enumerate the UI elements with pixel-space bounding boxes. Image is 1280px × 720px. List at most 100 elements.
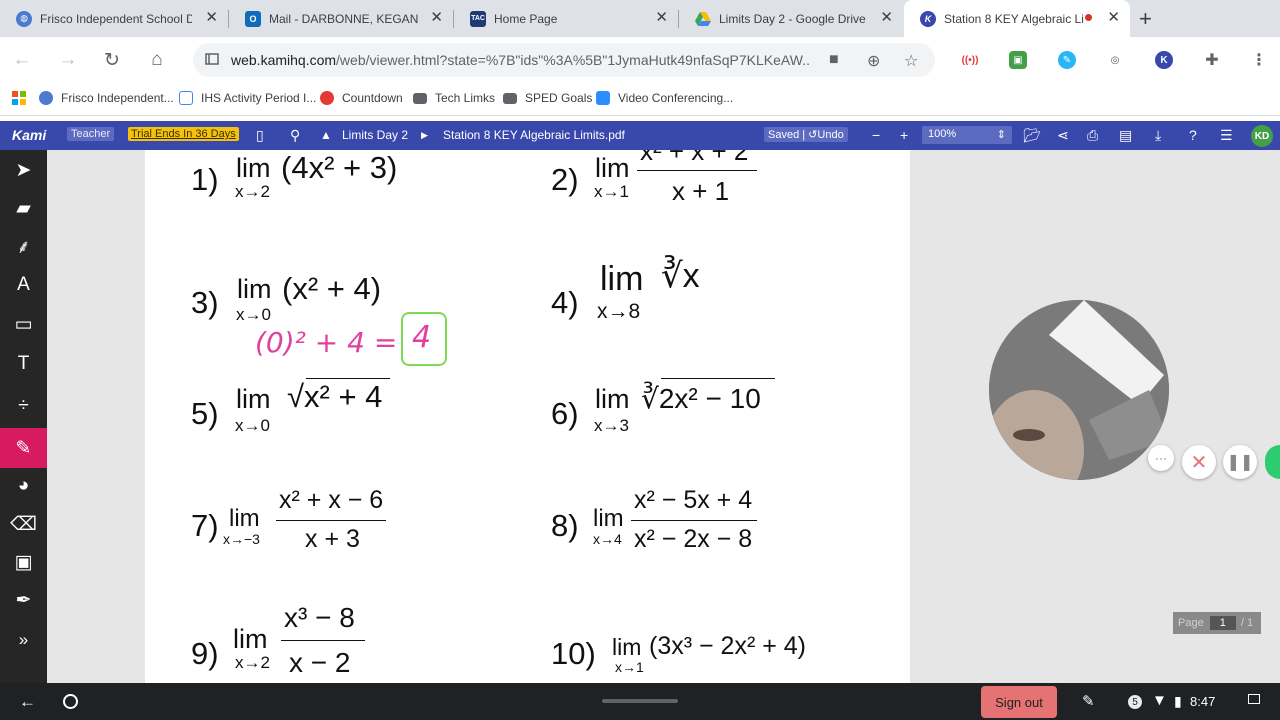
screencast-ext-icon[interactable]: ((•)) <box>961 51 979 69</box>
back-arrow-icon[interactable]: ← <box>9 47 35 73</box>
search-icon[interactable]: ⚲ <box>290 127 300 144</box>
text-highlight-icon[interactable]: ▰ <box>0 188 47 228</box>
sign-out-button[interactable]: Sign out <box>981 686 1057 718</box>
fraction-bar <box>637 170 757 171</box>
breadcrumb-folder[interactable]: Limits Day 2 <box>342 128 408 142</box>
green-ext-icon[interactable]: ▣ <box>1009 51 1027 69</box>
problem-1-expression: (4x² + 3) <box>281 150 398 185</box>
bookmark-ihs[interactable]: IHS Activity Period I... <box>179 91 316 105</box>
close-tab-icon[interactable]: ✕ <box>655 10 668 26</box>
globe-icon <box>39 91 53 105</box>
bookmark-frisco[interactable]: Frisco Independent... <box>39 91 174 105</box>
extensions-puzzle-icon[interactable]: ✚ <box>1203 51 1221 69</box>
page-number-input[interactable]: 1 <box>1209 616 1236 630</box>
markup-icon[interactable]: ⸙ <box>0 226 47 266</box>
signature-icon[interactable]: ✒ <box>0 580 47 620</box>
close-tab-icon[interactable]: ✕ <box>205 10 218 26</box>
lim-label: lim <box>237 274 272 304</box>
open-folder-icon[interactable]: 📂︎ <box>1023 127 1041 144</box>
trial-link[interactable]: Trial Ends In 36 Days <box>128 127 239 141</box>
blue-ext-icon[interactable]: ✎ <box>1058 51 1076 69</box>
zoom-in-icon[interactable]: + <box>900 127 908 143</box>
home-icon[interactable]: ⌂ <box>144 47 170 73</box>
close-recording-icon[interactable]: ✕ <box>1182 445 1216 479</box>
expand-tools-icon[interactable]: » <box>0 620 47 660</box>
file-title: Station 8 KEY Algebraic Limits.pdf <box>443 128 625 142</box>
launcher-icon[interactable] <box>63 694 78 709</box>
zoom-select[interactable]: 100% ⇕ <box>922 126 1012 144</box>
hotseat-handle[interactable] <box>602 699 678 703</box>
google-drive-icon <box>695 11 711 27</box>
tab-frisco[interactable]: ◍ Frisco Independent School Dis ✕ <box>0 0 228 37</box>
bookmark-star-icon[interactable]: ☆ <box>904 51 918 71</box>
zoom-plus-icon[interactable]: ⊕ <box>867 51 880 71</box>
bookmark-sped-goals[interactable]: SPED Goals <box>503 91 592 105</box>
wifi-icon[interactable]: ▼ <box>1152 692 1167 709</box>
highlighter-icon[interactable]: A <box>0 265 47 305</box>
swirl-ext-icon[interactable]: ◎ <box>1106 51 1124 69</box>
os-shelf: ← Sign out ✎ 5 ▼ ▮ 8:47 <box>0 683 1280 720</box>
webcam-bubble[interactable] <box>989 300 1169 480</box>
tac-icon: TAC <box>470 10 486 27</box>
screen-icon[interactable] <box>1248 694 1260 704</box>
forward-arrow-icon[interactable]: → <box>55 47 81 73</box>
print-icon[interactable]: ⎙ <box>1087 127 1098 144</box>
new-tab-icon[interactable]: + <box>1139 6 1152 32</box>
problem-10-approach: x→1 <box>615 659 644 675</box>
avatar[interactable]: KD <box>1251 125 1273 147</box>
tab-home-page[interactable]: TAC Home Page ✕ <box>454 0 678 37</box>
reload-icon[interactable]: ↻ <box>99 47 125 73</box>
save-icon[interactable]: ▤ <box>1119 127 1132 144</box>
zoom-out-icon[interactable]: − <box>872 127 880 143</box>
problem-3-number: 3) <box>191 285 219 320</box>
menu-icon[interactable]: ☰ <box>1220 127 1233 144</box>
eraser-icon[interactable]: ⌫ <box>0 504 47 544</box>
tab-mail[interactable]: O Mail - DARBONNE, KEGAN - Ou ✕ <box>229 0 453 37</box>
problem-9-approach: x→2 <box>235 653 270 672</box>
image-icon[interactable]: ▣ <box>0 542 47 582</box>
notification-count[interactable]: 5 <box>1128 695 1142 709</box>
select-arrow-icon[interactable]: ➤ <box>0 150 47 190</box>
shapes-icon[interactable]: ◕ <box>0 466 47 506</box>
kami-icon: K <box>920 10 936 27</box>
lim-label: lim <box>595 384 630 414</box>
lim-label: lim <box>612 634 642 660</box>
close-tab-icon[interactable]: ✕ <box>880 10 893 26</box>
battery-icon[interactable]: ▮ <box>1174 693 1182 710</box>
help-icon[interactable]: ? <box>1189 127 1197 143</box>
share-icon[interactable]: ⋖ <box>1057 127 1069 144</box>
fraction-bar <box>276 520 386 521</box>
back-arrow-icon[interactable]: ← <box>19 692 36 712</box>
equation-icon[interactable]: ÷ <box>0 386 47 426</box>
problem-6-expression: ∛2x² − 10 <box>641 383 761 414</box>
tab-google-drive[interactable]: Limits Day 2 - Google Drive ✕ <box>679 0 903 37</box>
page-info-icon[interactable] <box>205 52 219 66</box>
undo-button[interactable]: Undo <box>817 129 843 141</box>
bookmark-video-conferencing[interactable]: Video Conferencing... <box>596 91 733 105</box>
sidebar-toggle-icon[interactable]: ▯ <box>256 127 264 144</box>
comment-icon[interactable]: ▭ <box>0 304 47 344</box>
problem-10-expression: (3x³ − 2x² + 4) <box>649 632 806 660</box>
bookmark-countdown[interactable]: Countdown <box>320 91 403 105</box>
clock[interactable]: 8:47 <box>1190 694 1215 709</box>
lim-label: lim <box>236 384 271 414</box>
more-options-icon[interactable]: ··· <box>1148 445 1174 471</box>
close-tab-icon[interactable]: ✕ <box>430 10 443 26</box>
lim-label: lim <box>595 153 630 183</box>
download-icon[interactable]: ⤓ <box>1155 127 1161 144</box>
stylus-icon[interactable]: ✎ <box>1082 692 1095 710</box>
text-tool-icon[interactable]: T <box>0 344 47 384</box>
kami-logo: Kami <box>12 127 47 143</box>
kami-ext-icon[interactable]: K <box>1155 51 1173 69</box>
radical-bar <box>306 378 390 379</box>
draw-brush-icon[interactable]: ✎ <box>0 428 47 468</box>
problem-7-approach: x→−3 <box>223 531 260 547</box>
tab-station-8[interactable]: K Station 8 KEY Algebraic Li ✕ <box>904 0 1130 37</box>
kebab-menu-icon[interactable]: ⋮ <box>1250 51 1268 69</box>
bookmark-tech-limks[interactable]: Tech Limks <box>413 91 495 105</box>
pause-recording-icon[interactable]: ❚❚ <box>1223 445 1257 479</box>
close-tab-icon[interactable]: ✕ <box>1107 10 1120 26</box>
camera-icon[interactable]: ■ <box>829 51 839 69</box>
apps-icon[interactable] <box>12 91 26 105</box>
address-bar[interactable]: web.kamihq.com/web/viewer.html?state=%7B… <box>193 43 935 77</box>
